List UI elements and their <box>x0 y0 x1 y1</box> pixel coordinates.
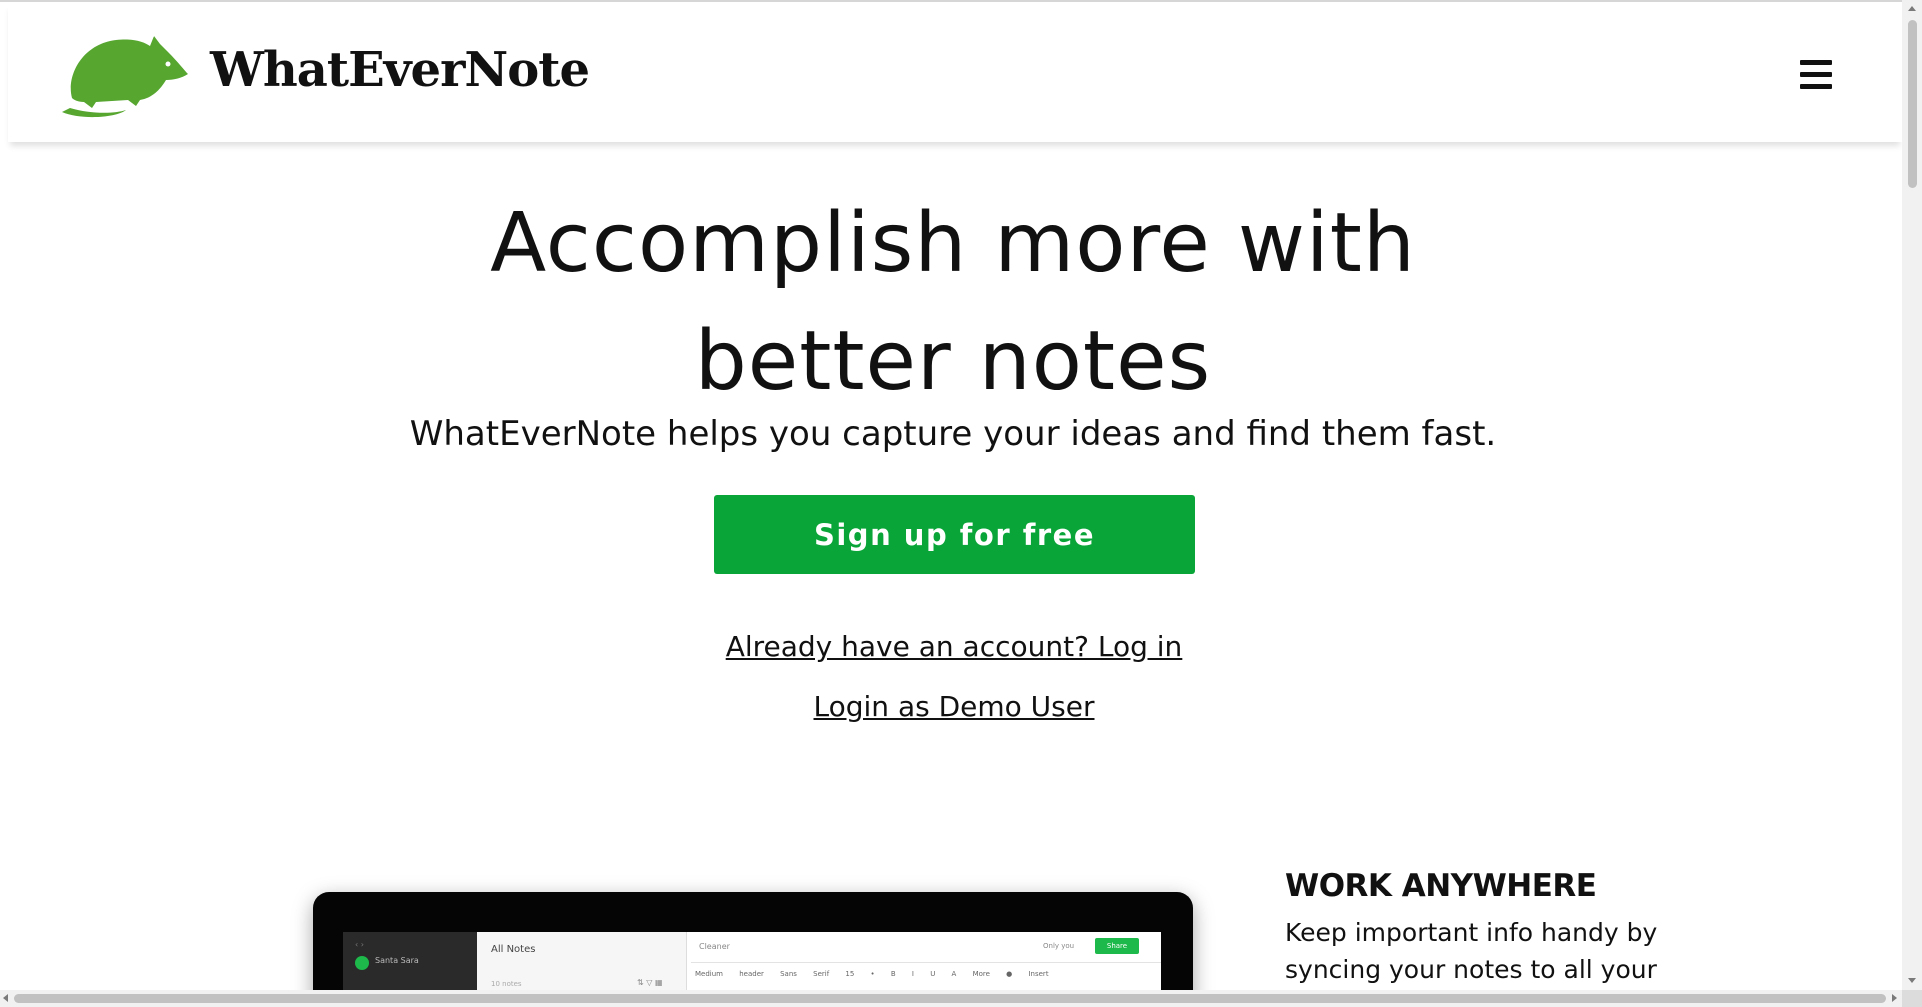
preview-note-list: All Notes 10 notes ⇅ ▽ ▦ <box>477 932 687 990</box>
preview-toolbar: Medium header Sans Serif 15 • B I U A Mo… <box>695 970 1049 978</box>
scroll-up-icon[interactable] <box>1908 6 1916 11</box>
hero-title-line1: Accomplish more with <box>490 196 1416 291</box>
scrollbar-corner <box>1902 990 1922 1007</box>
hero-subtitle: WhatEverNote helps you capture your idea… <box>409 414 1497 454</box>
hero-title: Accomplish more with better notes <box>0 185 1902 421</box>
demo-login-row: Login as Demo User <box>0 690 1902 723</box>
page: WhatEverNote Accomplish more with better… <box>0 0 1902 990</box>
vertical-scroll-thumb[interactable] <box>1908 20 1917 188</box>
preview-user-name: Santa Sara <box>375 956 419 965</box>
app-preview-screen: ‹ › Santa Sara All Notes 10 notes ⇅ ▽ ▦ … <box>343 932 1161 990</box>
mouse-logo-icon[interactable] <box>56 28 196 118</box>
scroll-down-icon[interactable] <box>1908 978 1916 983</box>
hero-title-line2: better notes <box>694 314 1212 409</box>
feature-title: WORK ANYWHERE <box>1285 868 1597 904</box>
preview-share-button: Share <box>1095 938 1139 954</box>
login-link[interactable]: Already have an account? Log in <box>726 630 1183 663</box>
horizontal-scrollbar[interactable] <box>0 990 1902 1007</box>
preview-editor-title: Cleaner <box>699 942 730 951</box>
feature-text: Keep important info handy by syncing you… <box>1285 918 1658 984</box>
login-link-row: Already have an account? Log in <box>0 630 1902 663</box>
preview-only-you: Only you <box>1043 942 1075 950</box>
preview-toolbar-divider <box>691 962 1161 963</box>
app-preview-laptop: ‹ › Santa Sara All Notes 10 notes ⇅ ▽ ▦ … <box>313 892 1193 990</box>
demo-login-link[interactable]: Login as Demo User <box>814 690 1095 723</box>
signup-button[interactable]: Sign up for free <box>714 495 1195 574</box>
horizontal-scroll-thumb[interactable] <box>14 994 1886 1003</box>
preview-nav-arrows: ‹ › <box>355 940 364 949</box>
scroll-right-icon[interactable] <box>1892 994 1897 1002</box>
preview-list-tools-icon: ⇅ ▽ ▦ <box>637 978 663 987</box>
scroll-left-icon[interactable] <box>3 994 8 1002</box>
preview-avatar <box>355 956 369 970</box>
preview-sidebar: ‹ › Santa Sara <box>343 932 477 990</box>
preview-list-title: All Notes <box>491 944 536 955</box>
hamburger-menu-icon[interactable] <box>1800 60 1834 90</box>
vertical-scrollbar[interactable] <box>1902 0 1922 990</box>
brand-name[interactable]: WhatEverNote <box>210 42 590 98</box>
site-header: WhatEverNote <box>8 2 1902 142</box>
preview-list-count: 10 notes <box>491 980 522 988</box>
